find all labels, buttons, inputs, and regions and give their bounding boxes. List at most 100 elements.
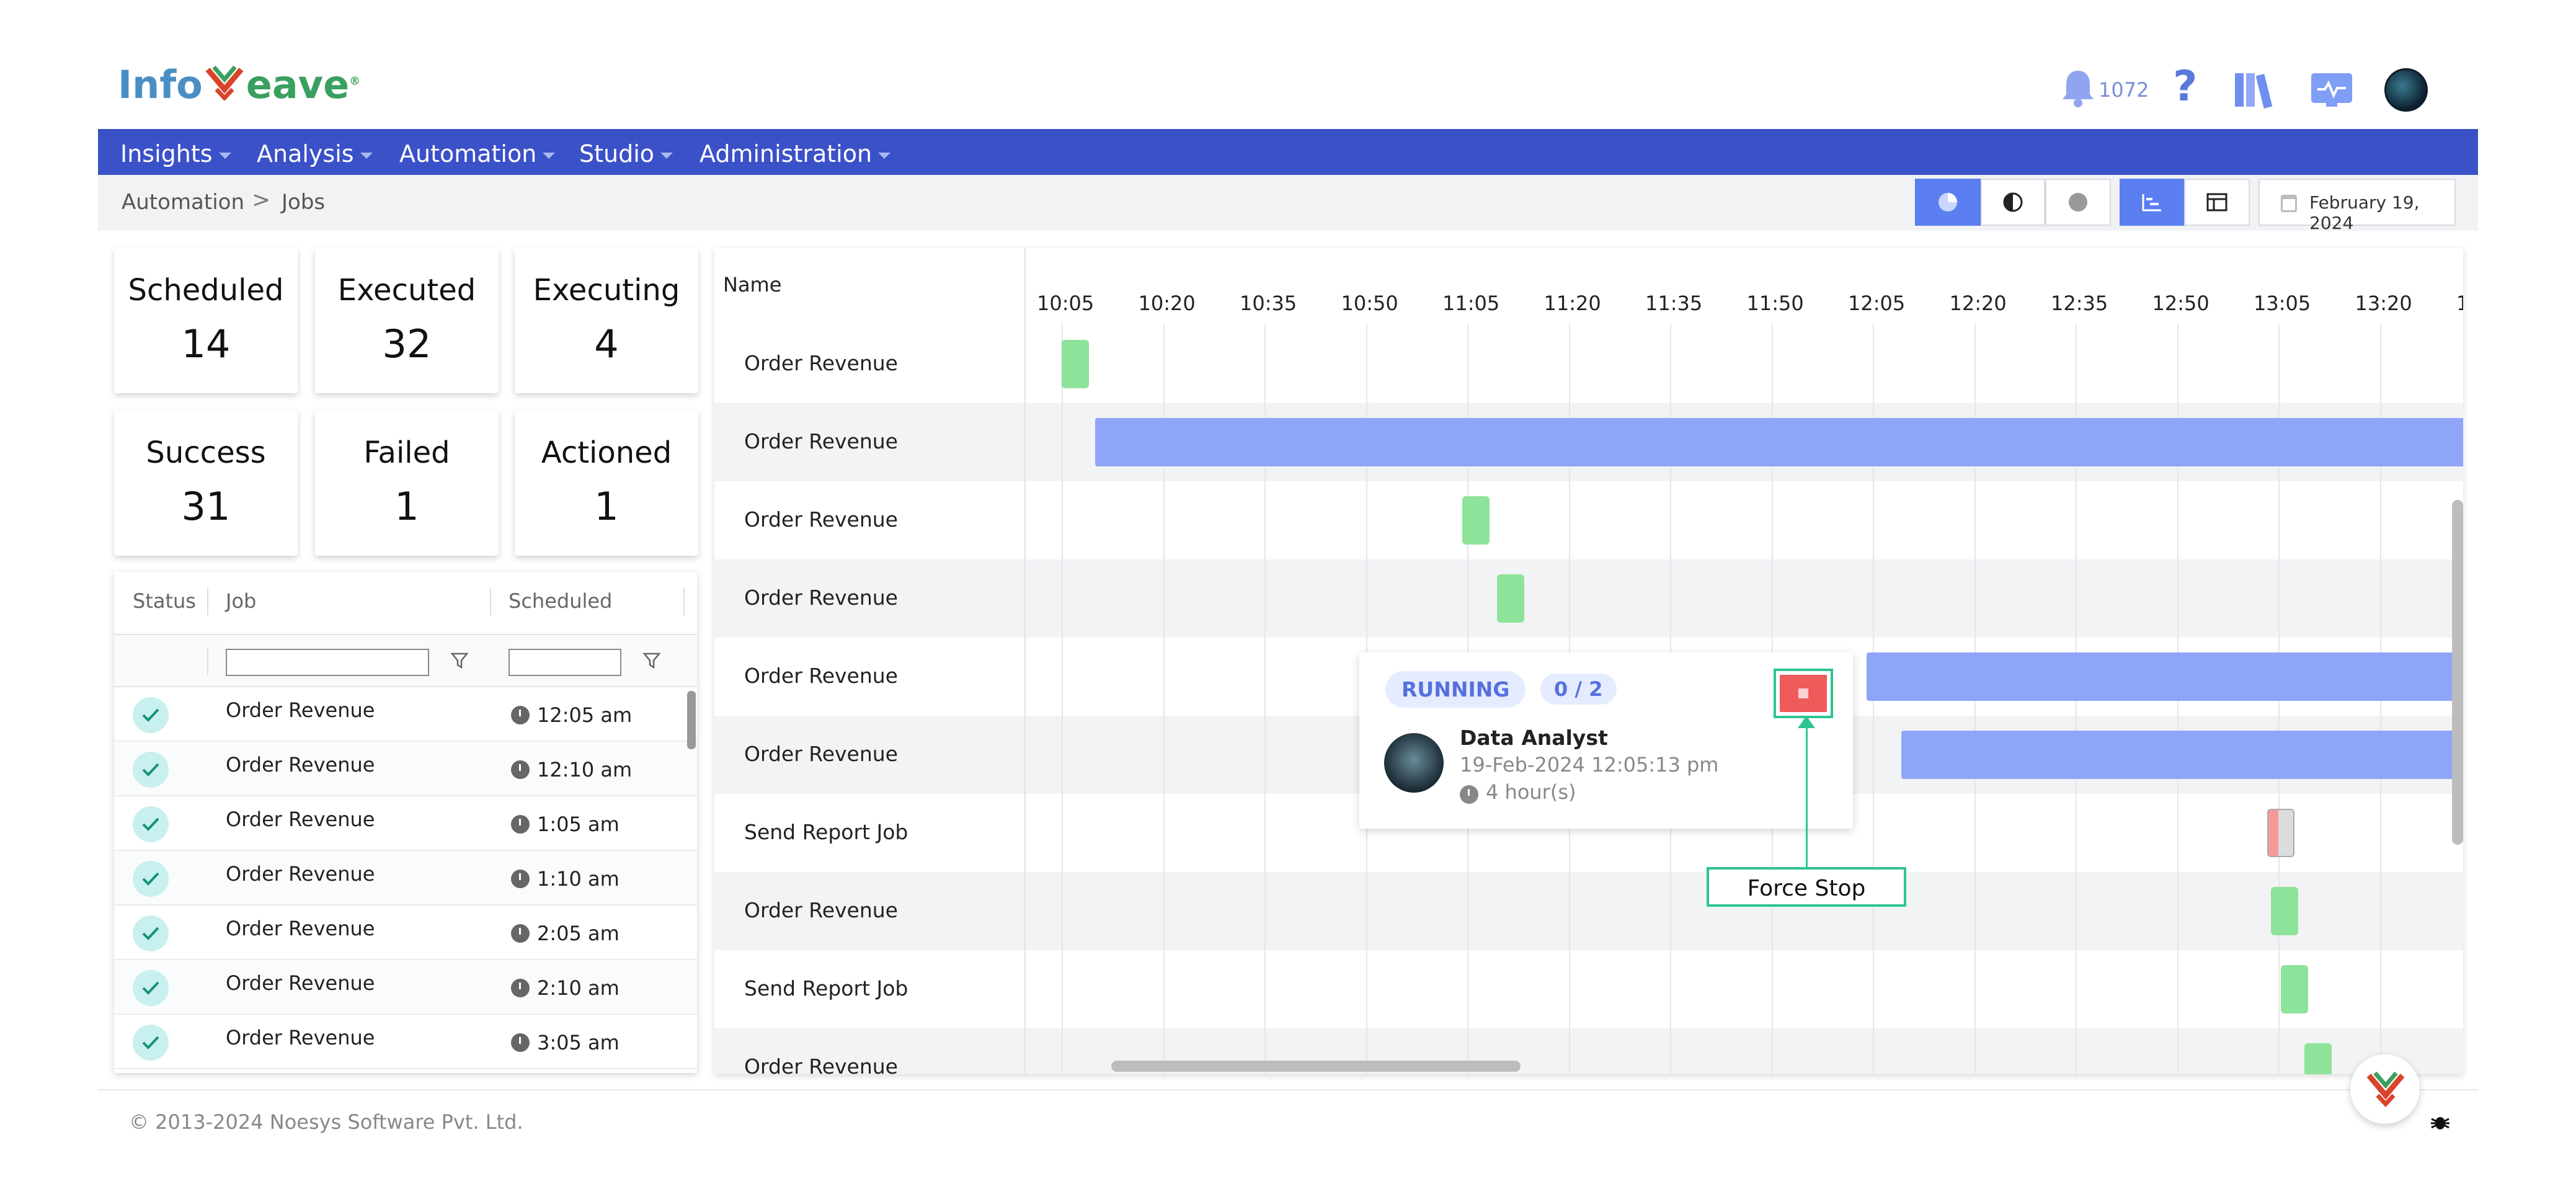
run-datetime: 19-Feb-2024 12:05:13 pm	[1460, 753, 1719, 777]
bell-icon[interactable]	[2060, 68, 2096, 110]
stat-card-actioned[interactable]: Actioned 1	[515, 411, 698, 556]
time-tick-label: 13:05	[2254, 292, 2311, 315]
column-header-scheduled[interactable]: Scheduled	[509, 589, 612, 613]
gantt-row: Order Revenue	[714, 1028, 2463, 1074]
gantt-horizontal-scrollbar[interactable]	[1111, 1061, 1521, 1072]
column-header-status[interactable]: Status	[133, 589, 196, 613]
column-header-job[interactable]: Job	[226, 589, 256, 613]
breadcrumb-automation[interactable]: Automation	[122, 190, 244, 215]
nav-studio[interactable]: Studio	[579, 140, 673, 167]
filter-icon[interactable]	[450, 651, 469, 670]
nav-insights[interactable]: Insights	[120, 140, 231, 167]
job-run-bar[interactable]	[2281, 965, 2308, 1013]
chevron-down-icon	[660, 152, 673, 159]
job-filter-input[interactable]	[226, 649, 429, 676]
job-run-bar[interactable]	[1497, 574, 1524, 623]
gantt-row-name[interactable]: Order Revenue	[744, 351, 898, 375]
gantt-row-name[interactable]: Order Revenue	[744, 507, 898, 532]
clock-icon	[1460, 785, 1478, 804]
stat-label: Executed	[337, 273, 476, 308]
column-divider	[490, 588, 491, 615]
gantt-row-name[interactable]: Order Revenue	[744, 1054, 898, 1074]
gantt-row-name[interactable]: Order Revenue	[744, 429, 898, 453]
gantt-chart-icon	[2142, 194, 2161, 211]
progress-badge: 0 / 2	[1540, 674, 1617, 705]
nav-automation[interactable]: Automation	[399, 140, 556, 167]
success-check-icon	[133, 970, 169, 1006]
gantt-row-name[interactable]: Send Report Job	[744, 820, 908, 844]
chevron-down-icon	[543, 152, 556, 159]
user-avatar	[1384, 733, 1444, 793]
job-run-bar[interactable]	[1867, 652, 2463, 701]
table-row[interactable]: Order Revenue 2:05 am	[114, 906, 697, 960]
logo-mark-icon	[2366, 1071, 2405, 1108]
stat-card-scheduled[interactable]: Scheduled 14	[114, 248, 298, 393]
nav-insights-label: Insights	[120, 140, 213, 167]
gantt-row-name[interactable]: Order Revenue	[744, 742, 898, 766]
table-row[interactable]: Order Revenue 3:05 am	[114, 1015, 697, 1069]
table-row[interactable]: Order Revenue 12:05 am	[114, 687, 697, 742]
job-name: Order Revenue	[226, 808, 375, 831]
nav-administration[interactable]: Administration	[700, 140, 891, 167]
stat-value: 32	[382, 321, 432, 367]
table-view-button[interactable]	[2184, 179, 2250, 226]
nav-administration-label: Administration	[700, 140, 873, 167]
stat-value: 31	[181, 484, 231, 529]
nav-analysis[interactable]: Analysis	[257, 140, 373, 167]
stat-label: Scheduled	[128, 273, 284, 308]
table-row[interactable]: Order Revenue 1:05 am	[114, 796, 697, 851]
clock-icon	[511, 706, 530, 724]
column-divider	[207, 648, 208, 675]
notification-count: 1072	[2099, 78, 2149, 102]
gantt-row-name[interactable]: Order Revenue	[744, 585, 898, 610]
job-run-bar[interactable]	[1901, 731, 2463, 779]
gantt-row-name[interactable]: Order Revenue	[744, 898, 898, 922]
stat-card-executing[interactable]: Executing 4	[515, 248, 698, 393]
job-run-bar[interactable]	[1095, 418, 2463, 466]
assistant-button[interactable]	[2350, 1054, 2420, 1124]
job-run-bar[interactable]	[2271, 887, 2298, 935]
pie-view-button[interactable]	[1915, 179, 1981, 226]
infoweave-logo[interactable]: Info eave®	[118, 62, 360, 107]
job-run-bar-failed[interactable]	[2267, 809, 2294, 857]
stat-value: 1	[394, 484, 419, 529]
table-row[interactable]: Order Revenue 1:10 am	[114, 851, 697, 906]
gantt-view-button[interactable]	[2120, 179, 2184, 226]
scheduled-time: 2:05 am	[537, 922, 620, 945]
stat-card-failed[interactable]: Failed 1	[315, 411, 499, 556]
logo-text-info: Info	[118, 62, 203, 107]
filter-row	[114, 634, 697, 687]
gantt-row: Order Revenue	[714, 559, 2463, 638]
gantt-name-divider	[1024, 248, 1026, 1074]
success-check-icon	[133, 915, 169, 951]
job-run-bar[interactable]	[2304, 1043, 2332, 1074]
user-avatar[interactable]	[2384, 68, 2428, 112]
force-stop-button[interactable]	[1780, 675, 1827, 712]
gantt-row-name[interactable]: Send Report Job	[744, 976, 908, 1000]
job-run-bar[interactable]	[1062, 340, 1089, 388]
stat-card-success[interactable]: Success 31	[114, 411, 298, 556]
table-row[interactable]: Order Revenue 12:10 am	[114, 742, 697, 796]
clock-icon	[511, 924, 530, 943]
scheduled-filter-input[interactable]	[509, 649, 621, 676]
job-name: Order Revenue	[226, 1026, 375, 1049]
bug-report-icon[interactable]	[2430, 1111, 2451, 1135]
library-icon[interactable]	[2232, 69, 2278, 112]
table-row[interactable]: Order Revenue 2:10 am	[114, 960, 697, 1015]
help-icon[interactable]: ?	[2173, 62, 2197, 111]
success-check-icon	[133, 806, 169, 842]
circle-view-button[interactable]	[2045, 179, 2111, 226]
table-scrollbar[interactable]	[687, 691, 696, 749]
filter-icon[interactable]	[642, 651, 661, 670]
stat-card-executed[interactable]: Executed 32	[315, 248, 499, 393]
contrast-view-button[interactable]	[1981, 179, 2045, 226]
job-name: Order Revenue	[226, 917, 375, 940]
monitor-icon[interactable]	[2310, 72, 2353, 110]
time-tick-label: 12:50	[2152, 292, 2210, 315]
gantt-row: Order Revenue	[714, 481, 2463, 559]
job-run-bar[interactable]	[1462, 496, 1490, 545]
gantt-row-name[interactable]: Order Revenue	[744, 664, 898, 688]
date-picker[interactable]: February 19, 2024	[2258, 179, 2456, 233]
gantt-vertical-scrollbar[interactable]	[2452, 500, 2463, 845]
callout-arrow-icon	[1798, 716, 1815, 728]
